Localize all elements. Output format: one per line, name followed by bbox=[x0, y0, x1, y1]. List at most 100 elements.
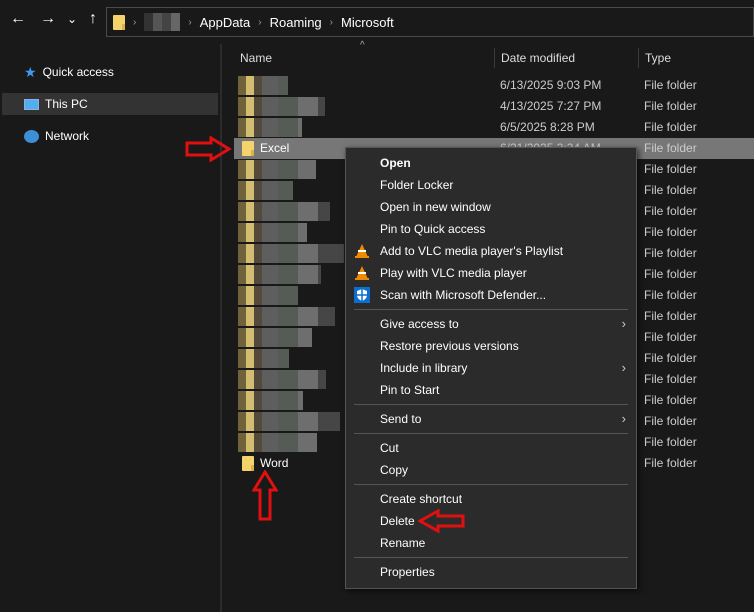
redacted-file-name bbox=[238, 223, 307, 242]
menu-item-give-access-to[interactable]: Give access to › bbox=[346, 313, 636, 335]
menu-item-add-to-vlc-media-player-s-playlist[interactable]: Add to VLC media player's Playlist bbox=[346, 240, 636, 262]
redacted-file-name bbox=[238, 265, 321, 284]
redacted-file-name bbox=[238, 97, 325, 116]
file-type: File folder bbox=[644, 78, 697, 92]
file-type: File folder bbox=[644, 414, 697, 428]
star-icon: ★ bbox=[24, 63, 37, 80]
sidebar-item-label: Quick access bbox=[42, 65, 114, 79]
menu-item-label: Restore previous versions bbox=[380, 339, 519, 353]
address-bar[interactable]: › › AppData › Roaming › Microsoft bbox=[106, 7, 754, 37]
file-type: File folder bbox=[644, 225, 697, 239]
folder-icon bbox=[242, 141, 254, 156]
menu-item-label: Folder Locker bbox=[380, 178, 454, 192]
menu-item-play-with-vlc-media-player[interactable]: Play with VLC media player bbox=[346, 262, 636, 284]
menu-separator bbox=[354, 557, 628, 558]
file-type: File folder bbox=[644, 99, 697, 113]
redacted-file-name bbox=[238, 433, 317, 452]
menu-item-label: Send to bbox=[380, 412, 422, 426]
menu-item-properties[interactable]: Properties bbox=[346, 561, 636, 583]
red-arrow-annotation bbox=[185, 136, 232, 162]
recent-locations-button[interactable]: ⌄ bbox=[62, 12, 82, 26]
menu-item-open[interactable]: Open bbox=[346, 152, 636, 174]
back-button[interactable]: ← bbox=[8, 10, 28, 28]
file-type: File folder bbox=[644, 183, 697, 197]
vlc-icon bbox=[355, 244, 369, 258]
navigation-pane: ★ Quick access This PC Network bbox=[0, 44, 220, 612]
column-header-date-modified[interactable]: Date modified bbox=[495, 48, 639, 68]
menu-item-label: Pin to Quick access bbox=[380, 222, 486, 236]
menu-item-delete[interactable]: Delete bbox=[346, 510, 636, 532]
menu-item-label: Scan with Microsoft Defender... bbox=[380, 288, 547, 302]
file-type: File folder bbox=[644, 330, 697, 344]
menu-item-copy[interactable]: Copy bbox=[346, 459, 636, 481]
file-type: File folder bbox=[644, 141, 697, 155]
folder-icon bbox=[242, 456, 254, 471]
folder-icon bbox=[113, 14, 125, 30]
file-type: File folder bbox=[644, 456, 697, 470]
chevron-right-icon: › bbox=[621, 411, 626, 426]
menu-item-label: Give access to bbox=[380, 317, 459, 331]
up-button[interactable]: ↑ bbox=[83, 10, 103, 28]
menu-item-include-in-library[interactable]: Include in library › bbox=[346, 357, 636, 379]
redacted-file-name bbox=[238, 244, 344, 263]
file-row[interactable]: 6/5/2025 8:28 PM File folder bbox=[234, 117, 754, 138]
redacted-file-name bbox=[238, 160, 316, 179]
column-header-name[interactable]: Name bbox=[234, 48, 495, 68]
menu-item-send-to[interactable]: Send to › bbox=[346, 408, 636, 430]
column-header-type[interactable]: Type bbox=[639, 48, 754, 68]
file-type: File folder bbox=[644, 267, 697, 281]
file-type: File folder bbox=[644, 309, 697, 323]
date-modified: 6/5/2025 8:28 PM bbox=[500, 120, 595, 134]
menu-item-cut[interactable]: Cut bbox=[346, 437, 636, 459]
sidebar-item-this-pc[interactable]: This PC bbox=[2, 93, 218, 115]
redacted-file-name bbox=[238, 181, 293, 200]
redacted-file-name bbox=[238, 391, 303, 410]
sidebar-item-label: Network bbox=[45, 129, 90, 143]
chevron-right-icon: › bbox=[329, 16, 333, 28]
redacted-file-name bbox=[238, 202, 330, 221]
file-type: File folder bbox=[644, 288, 697, 302]
breadcrumb-microsoft[interactable]: Microsoft bbox=[341, 15, 394, 30]
menu-item-label: Delete bbox=[380, 514, 415, 528]
menu-item-pin-to-quick-access[interactable]: Pin to Quick access bbox=[346, 218, 636, 240]
menu-item-label: Include in library bbox=[380, 361, 468, 375]
menu-item-scan-with-microsoft-defender[interactable]: Scan with Microsoft Defender... bbox=[346, 284, 636, 306]
file-type: File folder bbox=[644, 162, 697, 176]
menu-item-label: Properties bbox=[380, 565, 435, 579]
file-type: File folder bbox=[644, 351, 697, 365]
file-type: File folder bbox=[644, 393, 697, 407]
menu-item-create-shortcut[interactable]: Create shortcut bbox=[346, 488, 636, 510]
file-type: File folder bbox=[644, 204, 697, 218]
redacted-file-name bbox=[238, 118, 302, 137]
menu-separator bbox=[354, 433, 628, 434]
menu-item-label: Rename bbox=[380, 536, 426, 550]
file-type: File folder bbox=[644, 246, 697, 260]
breadcrumb-roaming[interactable]: Roaming bbox=[270, 15, 322, 30]
redacted-file-name bbox=[238, 349, 289, 368]
file-type: File folder bbox=[644, 435, 697, 449]
redacted-user-folder[interactable] bbox=[144, 13, 181, 31]
menu-item-label: Pin to Start bbox=[380, 383, 440, 397]
forward-button[interactable]: → bbox=[38, 10, 58, 28]
menu-item-open-in-new-window[interactable]: Open in new window bbox=[346, 196, 636, 218]
chevron-right-icon: › bbox=[621, 316, 626, 331]
pane-divider[interactable] bbox=[220, 44, 222, 612]
menu-item-rename[interactable]: Rename bbox=[346, 532, 636, 554]
date-modified: 6/13/2025 9:03 PM bbox=[500, 78, 602, 92]
defender-icon bbox=[354, 287, 370, 303]
redacted-file-name bbox=[238, 307, 335, 326]
chevron-right-icon: › bbox=[188, 16, 192, 28]
sidebar-item-quick-access[interactable]: ★ Quick access bbox=[2, 61, 218, 83]
menu-item-restore-previous-versions[interactable]: Restore previous versions bbox=[346, 335, 636, 357]
chevron-right-icon: › bbox=[621, 360, 626, 375]
menu-item-pin-to-start[interactable]: Pin to Start bbox=[346, 379, 636, 401]
breadcrumb-appdata[interactable]: AppData bbox=[200, 15, 251, 30]
file-row[interactable]: 6/13/2025 9:03 PM File folder bbox=[234, 75, 754, 96]
network-icon bbox=[24, 129, 39, 143]
menu-item-label: Cut bbox=[380, 441, 399, 455]
file-name: Excel bbox=[260, 141, 290, 155]
file-row[interactable]: 4/13/2025 7:27 PM File folder bbox=[234, 96, 754, 117]
menu-item-folder-locker[interactable]: Folder Locker bbox=[346, 174, 636, 196]
menu-separator bbox=[354, 484, 628, 485]
redacted-file-name bbox=[238, 328, 312, 347]
